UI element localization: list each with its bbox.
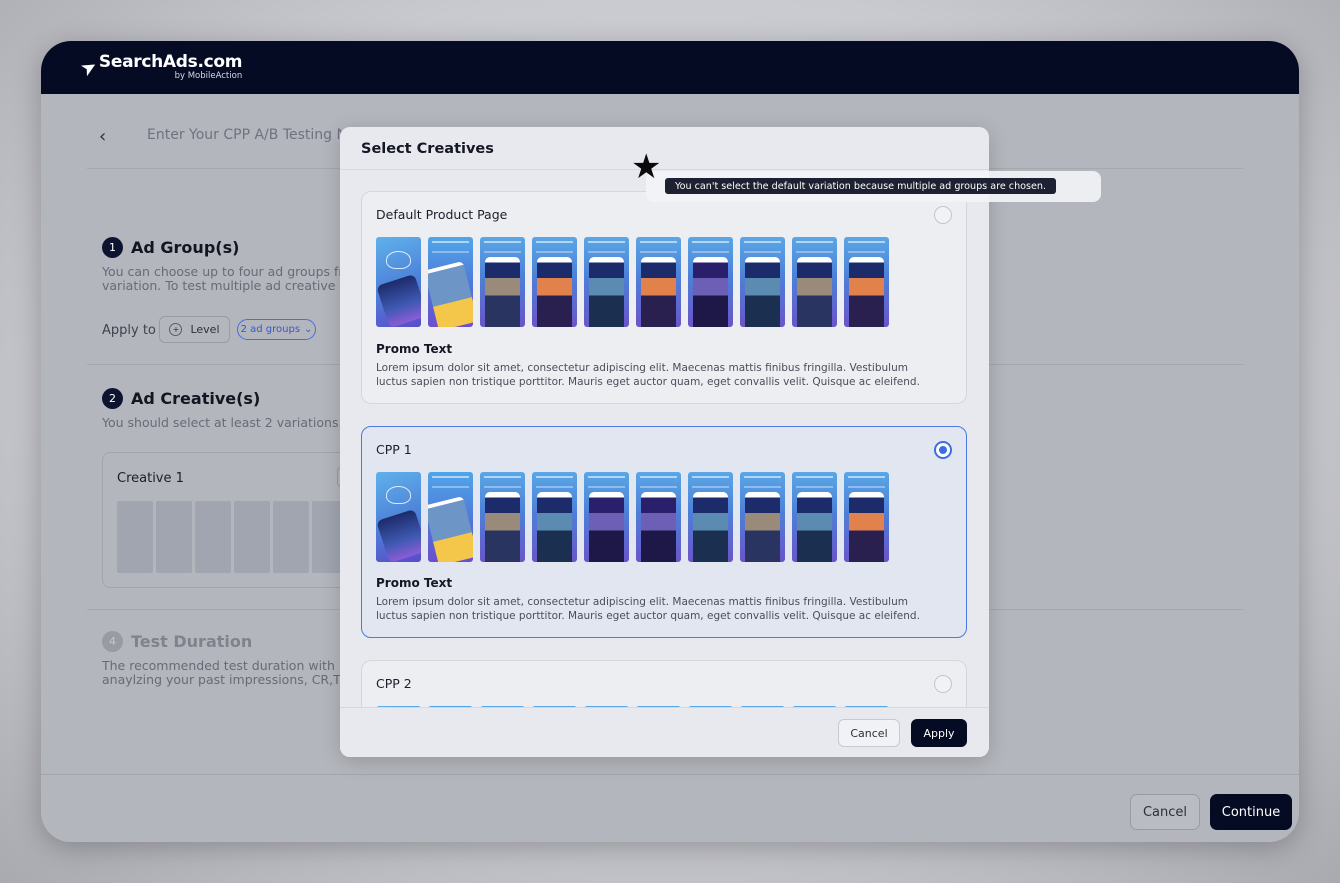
step-title-ad-groups: Ad Group(s): [131, 238, 240, 257]
app-screenshot: [740, 472, 785, 562]
select-creatives-modal: Select Creatives Default Product Page Pr…: [340, 127, 989, 757]
tooltip: You can't select the default variation b…: [665, 178, 1057, 194]
app-screenshot: [792, 237, 837, 327]
step-desc: anaylzing your past impressions, CR,TTR: [102, 672, 357, 687]
creative-placeholder: [156, 501, 192, 573]
app-screenshot: [532, 472, 577, 562]
variation-radio[interactable]: [934, 675, 952, 693]
step-number: 4: [102, 631, 123, 652]
ad-groups-label: 2 ad groups: [240, 324, 301, 335]
app-screenshot: [636, 472, 681, 562]
app-screenshot: [480, 472, 525, 562]
step-desc: variation. To test multiple ad creative …: [102, 278, 355, 293]
variation-name: Default Product Page: [376, 207, 508, 222]
top-bar: ➤ SearchAds.com by MobileAction: [41, 41, 1299, 94]
circle-plus-icon: +: [169, 323, 183, 336]
app-screenshot: [688, 472, 733, 562]
promo-text: Lorem ipsum dolor sit amet, consectetur …: [376, 596, 920, 622]
creative-placeholder: [234, 501, 270, 573]
variation-radio[interactable]: [934, 441, 952, 459]
chevron-left-icon[interactable]: ‹: [99, 126, 106, 147]
step-desc: You should select at least 2 variations.…: [102, 415, 361, 430]
apply-button[interactable]: Apply: [911, 719, 967, 747]
chevron-down-icon: ⌄: [304, 324, 313, 335]
modal-footer: Cancel Apply: [340, 707, 989, 757]
creative-placeholder: [117, 501, 153, 573]
promo-text: Lorem ipsum dolor sit amet, consectetur …: [376, 362, 920, 388]
continue-button[interactable]: Continue: [1210, 794, 1292, 830]
step-number: 1: [102, 237, 123, 258]
app-screenshot: [636, 237, 681, 327]
test-name-input[interactable]: Enter Your CPP A/B Testing N: [147, 127, 347, 143]
star-icon: ★: [631, 147, 662, 187]
app-screenshot: [740, 237, 785, 327]
modal-body[interactable]: Default Product Page Promo Text Lorem ip…: [340, 170, 989, 707]
creative-placeholder: [273, 501, 309, 573]
step-title-ad-creatives: Ad Creative(s): [131, 389, 261, 408]
apply-to-label: Apply to: [102, 323, 156, 338]
app-screenshot: [792, 472, 837, 562]
step-desc: The recommended test duration with Da: [102, 658, 357, 673]
variation-card-cpp-1[interactable]: CPP 1 Promo Text Lorem ipsum dolor sit a…: [361, 426, 967, 638]
modal-cancel-button[interactable]: Cancel: [838, 719, 900, 747]
variation-name: CPP 2: [376, 676, 412, 691]
step-desc: You can choose up to four ad groups fro: [102, 264, 351, 279]
app-screenshot: [584, 237, 629, 327]
variation-card-default[interactable]: Default Product Page Promo Text Lorem ip…: [361, 191, 967, 404]
variation-card-cpp-2[interactable]: CPP 2: [361, 660, 967, 707]
app-screenshot: [428, 237, 473, 327]
creative-placeholder: [195, 501, 231, 573]
ad-groups-dropdown[interactable]: 2 ad groups ⌄: [237, 319, 316, 340]
rocket-icon: ➤: [76, 53, 102, 82]
promo-title: Promo Text: [376, 576, 453, 590]
app-screenshot: [376, 237, 421, 327]
variation-radio[interactable]: [934, 206, 952, 224]
brand-logo[interactable]: ➤ SearchAds.com by MobileAction: [77, 52, 243, 82]
creative-label: Creative 1: [117, 471, 184, 486]
promo-title: Promo Text: [376, 342, 453, 356]
app-screenshot: [480, 237, 525, 327]
app-screenshot: [844, 237, 889, 327]
app-screenshot: [688, 237, 733, 327]
level-label: Level: [190, 323, 220, 336]
tooltip-highlight: You can't select the default variation b…: [646, 171, 1101, 202]
app-screenshot: [376, 472, 421, 562]
step-title-test-duration: Test Duration: [131, 632, 253, 651]
creative-card[interactable]: Creative 1 +: [102, 452, 357, 588]
level-button[interactable]: + Level: [159, 316, 230, 343]
screenshot-row: [376, 472, 889, 562]
page-footer: Cancel Continue: [41, 774, 1299, 842]
variation-name: CPP 1: [376, 442, 412, 457]
brand-name: SearchAds.com: [98, 52, 243, 73]
brand-byline: by MobileAction: [174, 71, 243, 82]
step-number: 2: [102, 388, 123, 409]
app-screenshot: [844, 472, 889, 562]
app-screenshot: [584, 472, 629, 562]
modal-title: Select Creatives: [361, 141, 494, 157]
app-screenshot: [428, 472, 473, 562]
cancel-button[interactable]: Cancel: [1130, 794, 1200, 830]
app-screenshot: [532, 237, 577, 327]
screenshot-row: [376, 237, 889, 327]
